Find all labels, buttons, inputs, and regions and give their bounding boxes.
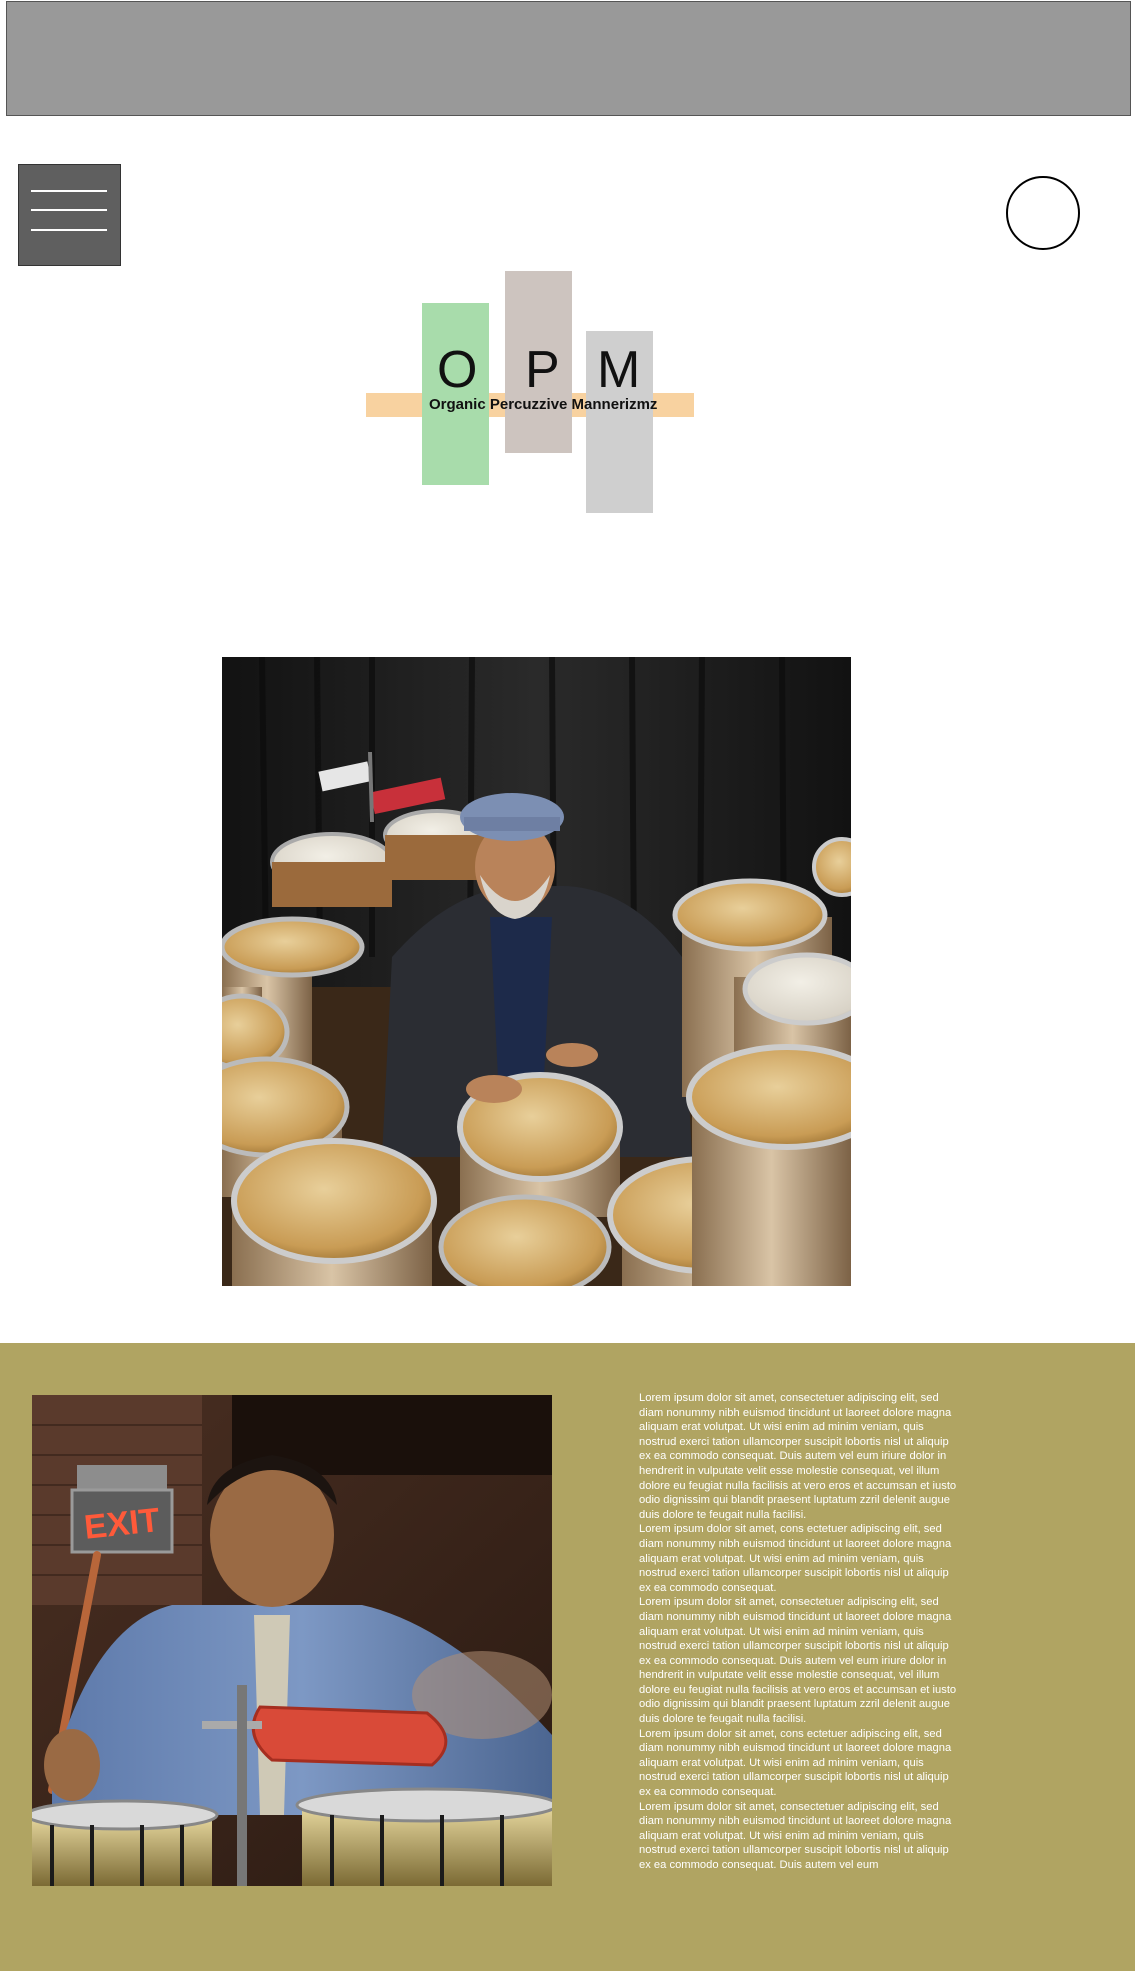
menu-bar-line	[31, 229, 107, 231]
second-photo: EXIT	[32, 1395, 552, 1886]
paragraph: Lorem ipsum dolor sit amet, cons ectetue…	[639, 1523, 952, 1594]
paragraph: Lorem ipsum dolor sit amet, consectetuer…	[639, 1392, 957, 1521]
logo-letter-m: M	[597, 341, 641, 399]
menu-bar-line	[31, 209, 107, 211]
logo-band	[366, 393, 694, 417]
percussionist-with-conga-drums-image	[222, 657, 851, 1286]
body-text-column: Lorem ipsum dolor sit amet, consectetuer…	[639, 1391, 959, 1873]
logo-tagline: Organic Percuzzive Mannerizmz	[429, 396, 658, 413]
exit-sign-text: EXIT	[82, 1501, 161, 1547]
menu-bar-line	[31, 190, 107, 192]
paragraph: Lorem ipsum dolor sit amet, consectetuer…	[639, 1596, 957, 1726]
logo-letter-o: O	[437, 341, 478, 399]
top-banner	[6, 1, 1131, 116]
logo-gray-block	[586, 331, 653, 513]
hamburger-menu-icon[interactable]	[18, 164, 121, 266]
logo-taupe-block	[505, 271, 572, 453]
drummer-playing-under-exit-sign-image: EXIT	[32, 1395, 552, 1886]
paragraph: Lorem ipsum dolor sit amet, consectetuer…	[639, 1800, 952, 1871]
paragraph: Lorem ipsum dolor sit amet, cons ectetue…	[639, 1727, 952, 1799]
logo-green-block	[422, 303, 489, 485]
logo-letter-p: P	[525, 341, 560, 399]
circle-icon[interactable]	[1006, 176, 1080, 250]
hero-photo	[222, 657, 851, 1286]
